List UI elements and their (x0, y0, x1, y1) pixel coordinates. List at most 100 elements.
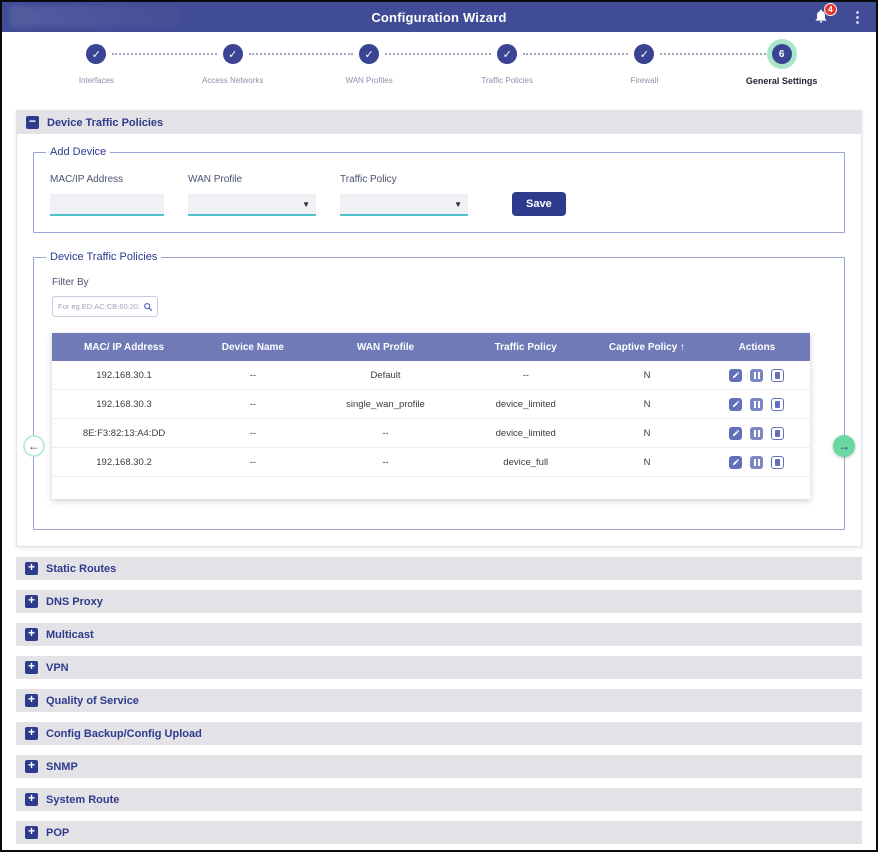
section-title: SNMP (46, 761, 78, 773)
list-legend: Device Traffic Policies (46, 251, 161, 263)
traffic-policy-cell: device_limited (461, 399, 590, 410)
mac-ip-cell: 192.168.30.3 (52, 399, 196, 410)
device-name-cell: -- (196, 457, 310, 468)
section-header-static-routes[interactable]: + Static Routes (16, 557, 862, 580)
pause-icon[interactable] (750, 427, 763, 440)
table-row: 192.168.30.2----device_fullN (52, 448, 810, 477)
collapsed-sections: + Static Routes + DNS Proxy + Multicast +VPN +Q… (2, 557, 876, 844)
edit-icon[interactable] (729, 369, 742, 382)
step-circle-wan-profiles[interactable]: ✓ (359, 44, 379, 64)
section-title: POP (46, 827, 69, 839)
section-header-config-backup-config-upload[interactable]: + Config Backup/Config Upload (16, 722, 862, 745)
stop-icon[interactable] (771, 398, 784, 411)
filter-by-label: Filter By (52, 277, 828, 288)
traffic-policy-select[interactable]: ▼ (340, 194, 468, 216)
notification-badge: 4 (824, 3, 837, 16)
table-row: 192.168.30.1--Default--N (52, 361, 810, 390)
check-icon: ✓ (228, 48, 237, 61)
actions-cell (704, 456, 810, 469)
stop-icon[interactable] (771, 369, 784, 382)
section-header-quality-of-service[interactable]: +Quality of Service (16, 689, 862, 712)
collapse-icon[interactable]: − (26, 116, 39, 129)
captive-policy-cell: N (590, 399, 704, 410)
step-circle-interfaces[interactable]: ✓ (86, 44, 106, 64)
mac-ip-input[interactable] (50, 194, 164, 216)
arrow-left-icon: ← (28, 439, 40, 453)
traffic-policy-cell: device_limited (461, 428, 590, 439)
table-row: 8E:F3:82:13:A4:DD----device_limitedN (52, 419, 810, 448)
mac-ip-label: MAC/IP Address (50, 174, 164, 185)
step-circle-access-networks[interactable]: ✓ (223, 44, 243, 64)
expand-icon[interactable]: + (25, 661, 38, 674)
filter-input[interactable] (58, 302, 140, 311)
previous-page-button[interactable]: ← (23, 435, 45, 457)
expand-icon[interactable]: + (25, 562, 38, 575)
save-button[interactable]: Save (512, 192, 566, 216)
section-title: Device Traffic Policies (47, 117, 163, 129)
step-label: WAN Profiles (299, 76, 439, 85)
section-header-dns-proxy[interactable]: + DNS Proxy (16, 590, 862, 613)
expand-icon[interactable]: + (25, 826, 38, 839)
edit-icon[interactable] (729, 398, 742, 411)
step-label: Interfaces (26, 76, 166, 85)
wizard-stepper: ✓Interfaces✓Access Networks✓WAN Profiles… (2, 32, 876, 102)
step-circle-firewall[interactable]: ✓ (634, 44, 654, 64)
expand-icon[interactable]: + (25, 727, 38, 740)
section-title: Static Routes (46, 563, 116, 575)
column-header[interactable]: Captive Policy ↑ (590, 342, 704, 353)
step-connector (112, 53, 216, 55)
wan-profile-cell: -- (310, 457, 462, 468)
wan-profile-select[interactable]: ▼ (188, 194, 316, 216)
header-actions: 4 ⋮ (813, 2, 868, 32)
section-content: Add Device MAC/IP Address WAN Profile ▼ … (17, 134, 861, 534)
add-device-legend: Add Device (46, 146, 110, 158)
pause-icon[interactable] (750, 369, 763, 382)
edit-icon[interactable] (729, 456, 742, 469)
search-icon[interactable] (143, 302, 153, 312)
pause-icon[interactable] (750, 456, 763, 469)
section-header-multicast[interactable]: + Multicast (16, 623, 862, 646)
device-traffic-policies-panel: − Device Traffic Policies Add Device MAC… (16, 110, 862, 547)
section-title: Multicast (46, 629, 94, 641)
column-header: Traffic Policy (461, 342, 590, 353)
expand-icon[interactable]: + (25, 595, 38, 608)
wan-profile-label: WAN Profile (188, 174, 316, 185)
add-device-fieldset: Add Device MAC/IP Address WAN Profile ▼ … (33, 146, 845, 233)
section-header-device-traffic-policies[interactable]: − Device Traffic Policies (17, 111, 861, 134)
section-header-vpn[interactable]: +VPN (16, 656, 862, 679)
pause-icon[interactable] (750, 398, 763, 411)
chevron-down-icon: ▼ (302, 200, 310, 209)
edit-icon[interactable] (729, 427, 742, 440)
check-icon: ✓ (640, 48, 649, 61)
app-header: Configuration Wizard 4 ⋮ (2, 2, 876, 32)
column-header: WAN Profile (310, 342, 462, 353)
notifications-button[interactable]: 4 (813, 8, 831, 26)
expand-icon[interactable]: + (25, 793, 38, 806)
section-title: System Route (46, 794, 119, 806)
device-name-cell: -- (196, 399, 310, 410)
stop-icon[interactable] (771, 427, 784, 440)
expand-icon[interactable]: + (25, 694, 38, 707)
step-connector (660, 53, 765, 55)
device-policies-table: MAC/ IP AddressDevice NameWAN ProfileTra… (52, 333, 810, 499)
device-name-cell: -- (196, 370, 310, 381)
section-header-pop[interactable]: + POP (16, 821, 862, 844)
step-circle-general-settings[interactable]: 6 (772, 44, 792, 64)
device-traffic-policies-list-fieldset: Device Traffic Policies Filter By MAC/ I… (33, 251, 845, 530)
next-page-button[interactable]: → (833, 435, 855, 457)
kebab-menu-icon[interactable]: ⋮ (847, 10, 868, 25)
step-connector (523, 53, 628, 55)
step-circle-traffic-policies[interactable]: ✓ (497, 44, 517, 64)
stop-icon[interactable] (771, 456, 784, 469)
wan-profile-cell: single_wan_profile (310, 399, 462, 410)
wan-profile-cell: Default (310, 370, 462, 381)
captive-policy-cell: N (590, 457, 704, 468)
expand-icon[interactable]: + (25, 628, 38, 641)
section-header-system-route[interactable]: + System Route (16, 788, 862, 811)
expand-icon[interactable]: + (25, 760, 38, 773)
column-header: Device Name (196, 342, 310, 353)
section-header-snmp[interactable]: + SNMP (16, 755, 862, 778)
section-title: DNS Proxy (46, 596, 103, 608)
filter-field (52, 296, 158, 317)
section-title: Config Backup/Config Upload (46, 728, 202, 740)
